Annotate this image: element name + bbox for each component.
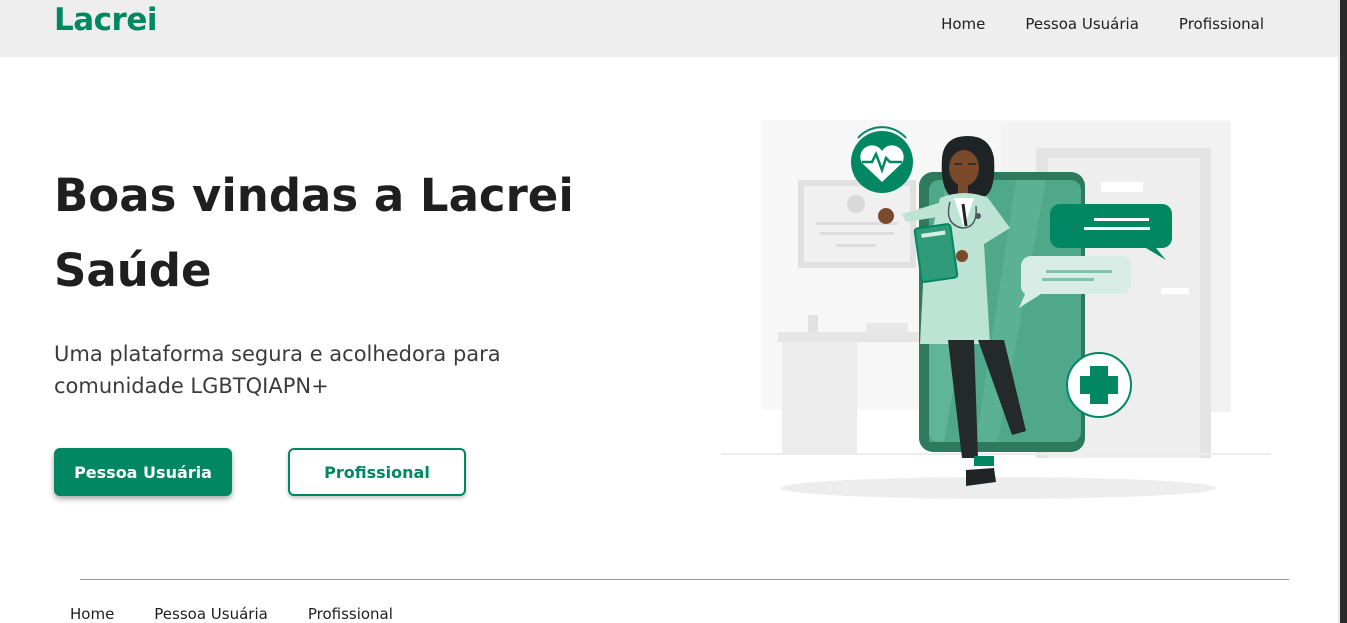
desk-laptop bbox=[866, 323, 908, 332]
pessoa-usuaria-button[interactable]: Pessoa Usuária bbox=[54, 448, 232, 496]
door-handle bbox=[1161, 288, 1189, 294]
footer-link-home[interactable]: Home bbox=[70, 605, 114, 623]
nav-link-pessoa-usuaria[interactable]: Pessoa Usuária bbox=[1025, 15, 1139, 33]
footer-divider bbox=[80, 579, 1289, 580]
top-navbar: Lacrei Home Pessoa Usuária Profissional bbox=[0, 0, 1338, 57]
brand-logo[interactable]: Lacrei bbox=[54, 2, 158, 38]
door-window bbox=[1101, 182, 1143, 192]
nav-link-home[interactable]: Home bbox=[941, 15, 985, 33]
footer-link-profissional[interactable]: Profissional bbox=[308, 605, 393, 623]
desk-cup bbox=[808, 315, 818, 332]
profissional-button[interactable]: Profissional bbox=[288, 448, 466, 496]
footer-link-pessoa-usuaria[interactable]: Pessoa Usuária bbox=[154, 605, 268, 623]
certificate-seal-icon bbox=[847, 195, 865, 213]
footer-nav: Home Pessoa Usuária Profissional bbox=[70, 605, 393, 623]
scrollbar-thumb[interactable] bbox=[1340, 0, 1347, 623]
desk-drawer bbox=[782, 342, 857, 454]
medical-cross-icon bbox=[1066, 352, 1132, 418]
top-nav: Home Pessoa Usuária Profissional bbox=[941, 15, 1264, 33]
vertical-scrollbar[interactable] bbox=[1338, 0, 1347, 623]
floor-shadow bbox=[780, 477, 1216, 499]
hero-subtitle: Uma plataforma segura e acolhedora para … bbox=[54, 342, 501, 398]
hero-title: Boas vindas a Lacrei Saúde bbox=[54, 169, 574, 297]
nav-link-profissional[interactable]: Profissional bbox=[1179, 15, 1264, 33]
doctor-illustration bbox=[721, 120, 1271, 499]
